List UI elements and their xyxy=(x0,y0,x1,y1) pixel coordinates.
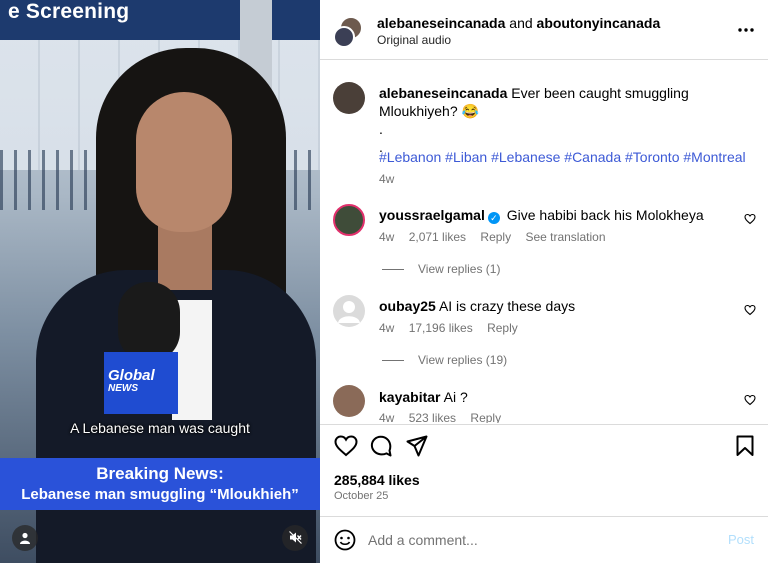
comment-username[interactable]: youssraelgamal xyxy=(379,207,485,223)
post-comment-button[interactable]: Post xyxy=(728,532,754,547)
comment-age: 4w xyxy=(379,411,395,423)
comment-meta: 4w 17,196 likes Reply xyxy=(379,321,529,335)
comment-reply-button[interactable]: Reply xyxy=(470,411,501,423)
person-icon xyxy=(20,532,30,544)
author-2-link[interactable]: aboutonyincanada xyxy=(537,15,661,31)
comment-username[interactable]: kayabitar xyxy=(379,389,440,405)
breaking-news-banner: Breaking News: Lebanese man smuggling “M… xyxy=(0,458,320,510)
comment-text: youssraelgamal ✓ Give habibi back his Mol… xyxy=(379,206,704,224)
screening-sign-text: e Screening xyxy=(8,0,130,23)
comment-like-heart-icon[interactable] xyxy=(744,304,756,316)
post-date: October 25 xyxy=(334,490,389,502)
mute-icon xyxy=(288,531,302,544)
bookmark-icon[interactable] xyxy=(736,435,754,457)
caption-dot-2: . xyxy=(379,121,383,137)
caption-avatar[interactable] xyxy=(333,82,365,114)
caption-dot-1: . xyxy=(379,103,383,119)
post-actions: 285,884 likes October 25 xyxy=(320,424,768,516)
microphone-flag: Global NEWS xyxy=(104,352,178,414)
comment-body: AI is crazy these days xyxy=(438,298,576,314)
comment-body: Give habibi back his Molokheya xyxy=(506,207,704,223)
comment-text: oubay25 AI is crazy these days xyxy=(379,297,575,315)
heart-icon[interactable] xyxy=(334,435,358,457)
comment-avatar[interactable] xyxy=(333,204,365,236)
see-translation-button[interactable]: See translation xyxy=(525,230,605,244)
replies-divider xyxy=(382,269,404,271)
microphone xyxy=(118,282,180,362)
view-replies-button[interactable]: View replies (1) xyxy=(382,262,500,276)
post-likes-count[interactable]: 285,884 likes xyxy=(334,472,420,488)
breaking-news-title: Breaking News: xyxy=(96,464,224,483)
caption-username[interactable]: alebaneseincanada xyxy=(379,85,507,101)
view-replies-button[interactable]: View replies (19) xyxy=(382,353,507,367)
comment-icon[interactable] xyxy=(370,435,392,457)
comment-like-heart-icon[interactable] xyxy=(744,394,756,406)
view-replies-label: View replies (19) xyxy=(418,353,508,367)
replies-divider xyxy=(382,360,404,362)
reporter-face xyxy=(136,92,232,232)
caption-hashtags[interactable]: #Lebanon #Liban #Lebanese #Canada #Toron… xyxy=(379,148,746,166)
video-caption: A Lebanese man was caught xyxy=(70,420,250,436)
comment-reply-button[interactable]: Reply xyxy=(480,230,511,244)
caption-text: alebaneseincanada Ever been caught smugg… xyxy=(379,84,759,120)
comment-reply-button[interactable]: Reply xyxy=(487,321,518,335)
comment-like-heart-icon[interactable] xyxy=(744,213,756,225)
verified-badge-icon: ✓ xyxy=(487,212,500,224)
default-avatar-icon xyxy=(338,301,360,323)
comment-meta: 4w 523 likes Reply xyxy=(379,411,512,423)
mic-brand: Global xyxy=(108,367,155,384)
comment-avatar[interactable] xyxy=(333,295,365,327)
more-options-button[interactable] xyxy=(738,14,754,37)
comment-body: Ai ? xyxy=(443,389,468,405)
comment-likes[interactable]: 2,071 likes xyxy=(409,230,466,244)
comment-meta: 4w 2,071 likes Reply See translation xyxy=(379,230,617,244)
comment-username[interactable]: oubay25 xyxy=(379,298,436,314)
author-avatar-2[interactable] xyxy=(333,26,355,48)
comment-likes[interactable]: 17,196 likes xyxy=(409,321,473,335)
post-authors: alebaneseincanada and aboutonyincanada xyxy=(377,15,660,31)
post-panel: alebaneseincanada and aboutonyincanada O… xyxy=(320,0,768,563)
emoji-icon[interactable] xyxy=(334,529,356,551)
author-1-link[interactable]: alebaneseincanada xyxy=(377,15,505,31)
reel-video[interactable]: e Screening Global NEWS A Lebanese man w… xyxy=(0,0,320,563)
mic-brand-sub: NEWS xyxy=(108,383,138,394)
comment-avatar[interactable] xyxy=(333,385,365,417)
caption-age: 4w xyxy=(379,172,395,186)
post-header: alebaneseincanada and aboutonyincanada O… xyxy=(320,0,768,60)
authors-joiner: and xyxy=(505,15,537,31)
tagged-users-button[interactable] xyxy=(12,525,38,551)
comment-likes[interactable]: 523 likes xyxy=(409,411,456,423)
breaking-news-headline: Lebanese man smuggling “Mloukhieh” xyxy=(21,486,299,503)
add-comment-input[interactable] xyxy=(368,527,698,553)
more-icon xyxy=(738,28,754,32)
audio-link[interactable]: Original audio xyxy=(377,33,451,47)
mute-button[interactable] xyxy=(282,525,308,551)
comment-age: 4w xyxy=(379,230,395,244)
share-icon[interactable] xyxy=(406,435,428,457)
comment-age: 4w xyxy=(379,321,395,335)
view-replies-label: View replies (1) xyxy=(418,262,501,276)
comment-text: kayabitar Ai ? xyxy=(379,388,468,406)
comment-composer: Post xyxy=(320,516,768,563)
